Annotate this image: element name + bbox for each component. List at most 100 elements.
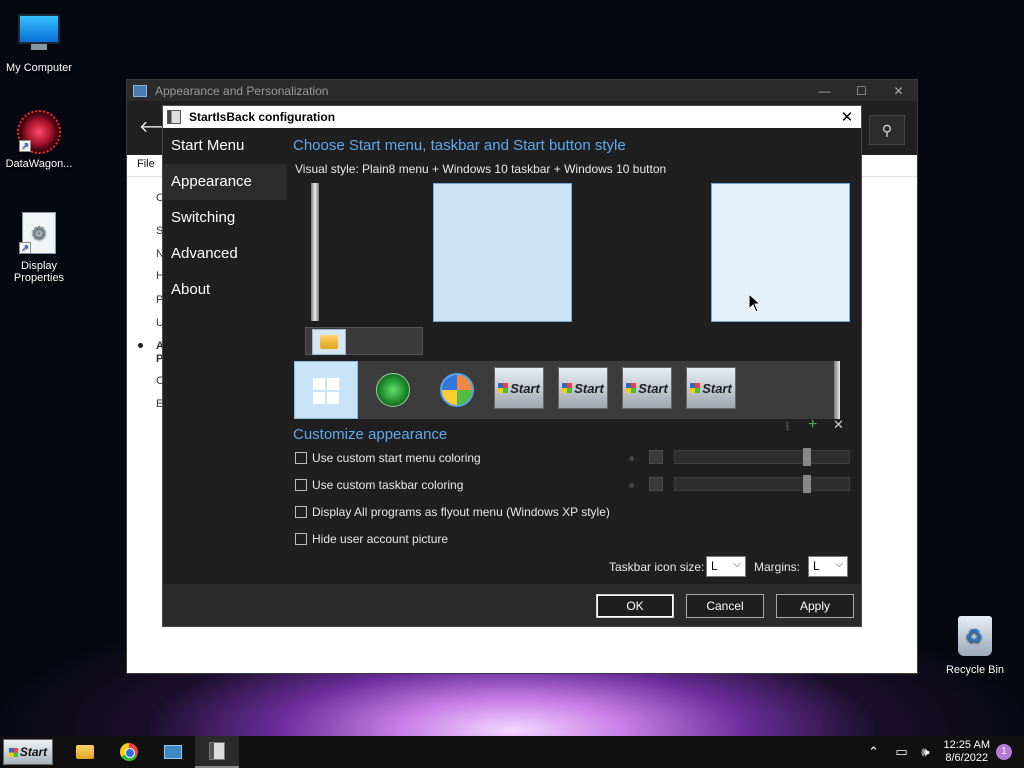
chrome-icon: [120, 743, 138, 761]
taskbar-color-swatch[interactable]: [649, 477, 663, 491]
desktop-icon-datawagon[interactable]: ↗ DataWagon...: [0, 110, 78, 170]
taskbar: Start ⌃ ▭ 🕪 12:25 AM 8/6/2022 1: [0, 736, 1024, 768]
color-drop-icon: ●: [628, 478, 636, 492]
shortcut-arrow-icon: ↗: [19, 242, 31, 254]
chevron-down-icon: ⌵: [835, 559, 843, 570]
system-tray: ⌃ ▭ 🕪 12:25 AM 8/6/2022 1: [862, 736, 1024, 768]
checkbox[interactable]: [295, 452, 307, 464]
check-label: Use custom taskbar coloring: [312, 478, 464, 492]
desktop-icon-my-computer[interactable]: My Computer: [0, 10, 78, 74]
nav-item-advanced[interactable]: Advanced: [163, 236, 287, 272]
display-properties-icon: ↗: [17, 212, 61, 256]
desktop-icon-recycle-bin[interactable]: Recycle Bin: [936, 616, 1014, 676]
start-style-windows7[interactable]: [432, 367, 482, 413]
check-label: Hide user account picture: [312, 532, 449, 546]
apply-button[interactable]: Apply: [776, 594, 854, 618]
slider-thumb[interactable]: [803, 475, 811, 493]
margins-select[interactable]: L ⌵: [808, 556, 848, 577]
taskbar-preview[interactable]: [305, 327, 423, 355]
clock[interactable]: 12:25 AM 8/6/2022: [944, 739, 990, 765]
style-heading: Choose Start menu, taskbar and Start but…: [293, 137, 626, 154]
start-menu-color-swatch[interactable]: [649, 450, 663, 464]
start-style-xp-3[interactable]: Start: [622, 367, 672, 409]
nav-item-appearance[interactable]: Appearance: [163, 164, 287, 200]
check-flyout-all-programs[interactable]: Display All programs as flyout menu (Win…: [295, 505, 610, 519]
taskbar-file-explorer[interactable]: [63, 736, 107, 768]
minimize-button[interactable]: —: [806, 84, 843, 98]
maximize-button[interactable]: ☐: [843, 84, 880, 98]
taskbar-control-panel[interactable]: [151, 736, 195, 768]
start-style-clover[interactable]: [368, 367, 418, 413]
start-style-xp-1[interactable]: Start: [494, 367, 544, 409]
shortcut-arrow-icon: ↗: [19, 140, 31, 152]
bullet-icon: [138, 343, 143, 348]
close-button[interactable]: ✕: [880, 84, 917, 98]
recycle-bin-icon: [953, 616, 997, 660]
start-menu-preview[interactable]: [433, 183, 572, 322]
visual-style-value: Plain8 menu + Windows 10 taskbar + Windo…: [362, 162, 667, 176]
chevron-up-icon[interactable]: ⌃: [862, 744, 886, 760]
desktop-icon-display-properties[interactable]: ↗ Display Properties: [0, 212, 78, 284]
desktop-icon-label: Display Properties: [13, 260, 65, 284]
start-style-xp-2[interactable]: Start: [558, 367, 608, 409]
download-icon[interactable]: ⭳: [785, 417, 790, 439]
check-custom-taskbar-coloring[interactable]: Use custom taskbar coloring: [295, 478, 463, 492]
taskbar-color-slider[interactable]: [674, 475, 850, 493]
start-style-windows10[interactable]: [294, 361, 358, 419]
folder-icon: [312, 329, 346, 355]
control-panel-icon: [164, 745, 182, 759]
chevron-down-icon: ⌵: [733, 559, 741, 570]
taskbar-icon-size-select[interactable]: L ⌵: [706, 556, 746, 577]
desktop-icon-label: DataWagon...: [5, 158, 73, 170]
datawagon-icon: ↗: [17, 110, 61, 154]
select-value: L: [711, 559, 718, 573]
visual-style-label: Visual style:: [295, 162, 359, 176]
folder-icon: [76, 745, 94, 759]
check-label: Display All programs as flyout menu (Win…: [312, 505, 610, 519]
nav-item-switching[interactable]: Switching: [163, 200, 287, 236]
start-button-styles: Start Start Start Start: [294, 361, 840, 419]
bg-window-titlebar[interactable]: Appearance and Personalization — ☐ ✕: [127, 80, 917, 101]
check-custom-start-menu-coloring[interactable]: Use custom start menu coloring: [295, 451, 481, 465]
taskbar-startisback[interactable]: [195, 736, 239, 768]
margins-label: Margins:: [754, 560, 801, 574]
desktop-icon-label: My Computer: [5, 62, 73, 74]
nav-item-start-menu[interactable]: Start Menu: [163, 128, 287, 164]
dialog-close-button[interactable]: ✕: [833, 108, 861, 126]
styles-scroll-edge: [834, 361, 840, 419]
start-button[interactable]: Start: [3, 739, 53, 765]
taskbar-icon-size-label: Taskbar icon size:: [609, 560, 705, 574]
checkbox[interactable]: [295, 506, 307, 518]
add-icon[interactable]: +: [808, 416, 817, 434]
checkbox[interactable]: [295, 533, 307, 545]
search-icon[interactable]: ⚲: [869, 115, 905, 145]
clock-time: 12:25 AM: [943, 739, 990, 751]
dialog-titlebar[interactable]: StartIsBack configuration ✕: [163, 106, 861, 128]
windows7-orb-icon: [440, 373, 474, 407]
notification-badge[interactable]: 1: [996, 744, 1012, 760]
taskbar-chrome[interactable]: [107, 736, 151, 768]
customize-heading: Customize appearance: [293, 426, 448, 443]
mouse-cursor-icon: [748, 293, 761, 313]
remove-icon[interactable]: ✕: [833, 417, 844, 433]
startisback-icon: [209, 742, 225, 760]
clover-orb-icon: [376, 373, 410, 407]
start-style-xp-4[interactable]: Start: [686, 367, 736, 409]
check-label: Use custom start menu coloring: [312, 451, 481, 465]
select-value: L: [813, 559, 820, 573]
start-menu-color-slider[interactable]: [674, 448, 850, 466]
volume-icon[interactable]: 🕪: [914, 744, 938, 760]
checkbox[interactable]: [295, 479, 307, 491]
menu-file[interactable]: File: [137, 158, 155, 170]
check-hide-user-picture[interactable]: Hide user account picture: [295, 532, 448, 546]
ok-button[interactable]: OK: [596, 594, 674, 618]
slider-thumb[interactable]: [803, 448, 811, 466]
network-icon[interactable]: ▭: [890, 744, 914, 760]
clock-date: 8/6/2022: [945, 752, 989, 764]
start-menu-preview-alt[interactable]: [711, 183, 850, 322]
preview-scroll-edge: [311, 183, 319, 321]
startisback-config-dialog: StartIsBack configuration ✕ Start Menu A…: [162, 105, 862, 627]
control-panel-icon: [133, 84, 147, 97]
cancel-button[interactable]: Cancel: [686, 594, 764, 618]
nav-item-about[interactable]: About: [163, 272, 287, 308]
